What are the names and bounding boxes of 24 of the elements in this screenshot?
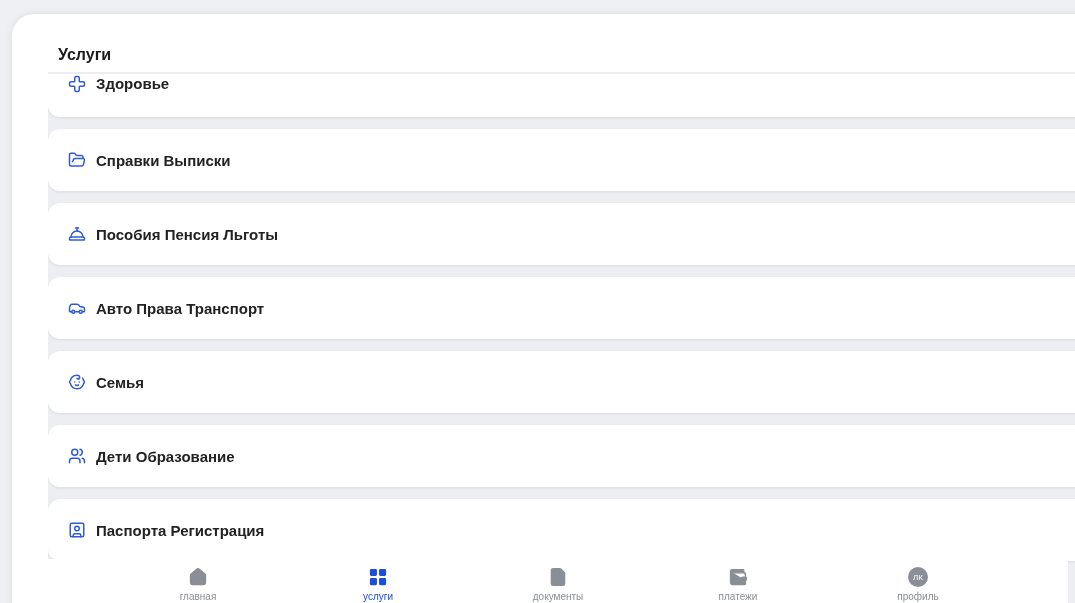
- avatar-icon: ЛК: [908, 567, 928, 587]
- nav-tab[interactable]: главная: [108, 559, 288, 603]
- service-item[interactable]: Дети Образование: [48, 425, 1075, 487]
- service-item[interactable]: Семья: [48, 351, 1075, 413]
- grid-icon: [368, 567, 388, 587]
- nav-tab[interactable]: ЛК профиль: [828, 559, 1008, 603]
- nav-tab[interactable]: платежи: [648, 559, 828, 603]
- service-item[interactable]: Пособия Пенсия Льготы: [48, 203, 1075, 265]
- bell-icon: [68, 225, 86, 243]
- people-icon: [68, 447, 86, 465]
- service-item[interactable]: Здоровье: [48, 74, 1075, 117]
- service-item[interactable]: Авто Права Транспорт: [48, 277, 1075, 339]
- home-icon: [188, 567, 208, 587]
- nav-tab[interactable]: документы: [468, 559, 648, 603]
- folder-icon: [68, 151, 86, 169]
- service-item[interactable]: Паспорта Регистрация: [48, 499, 1075, 561]
- baby-icon: [68, 373, 86, 391]
- nav-tab[interactable]: услуги: [288, 559, 468, 603]
- id-card-icon: [68, 521, 86, 539]
- document-icon: [548, 567, 568, 587]
- service-item[interactable]: Справки Выписки: [48, 129, 1075, 191]
- cross-icon: [68, 75, 86, 93]
- page-title: Услуги: [57, 45, 113, 65]
- wallet-icon: [728, 567, 748, 587]
